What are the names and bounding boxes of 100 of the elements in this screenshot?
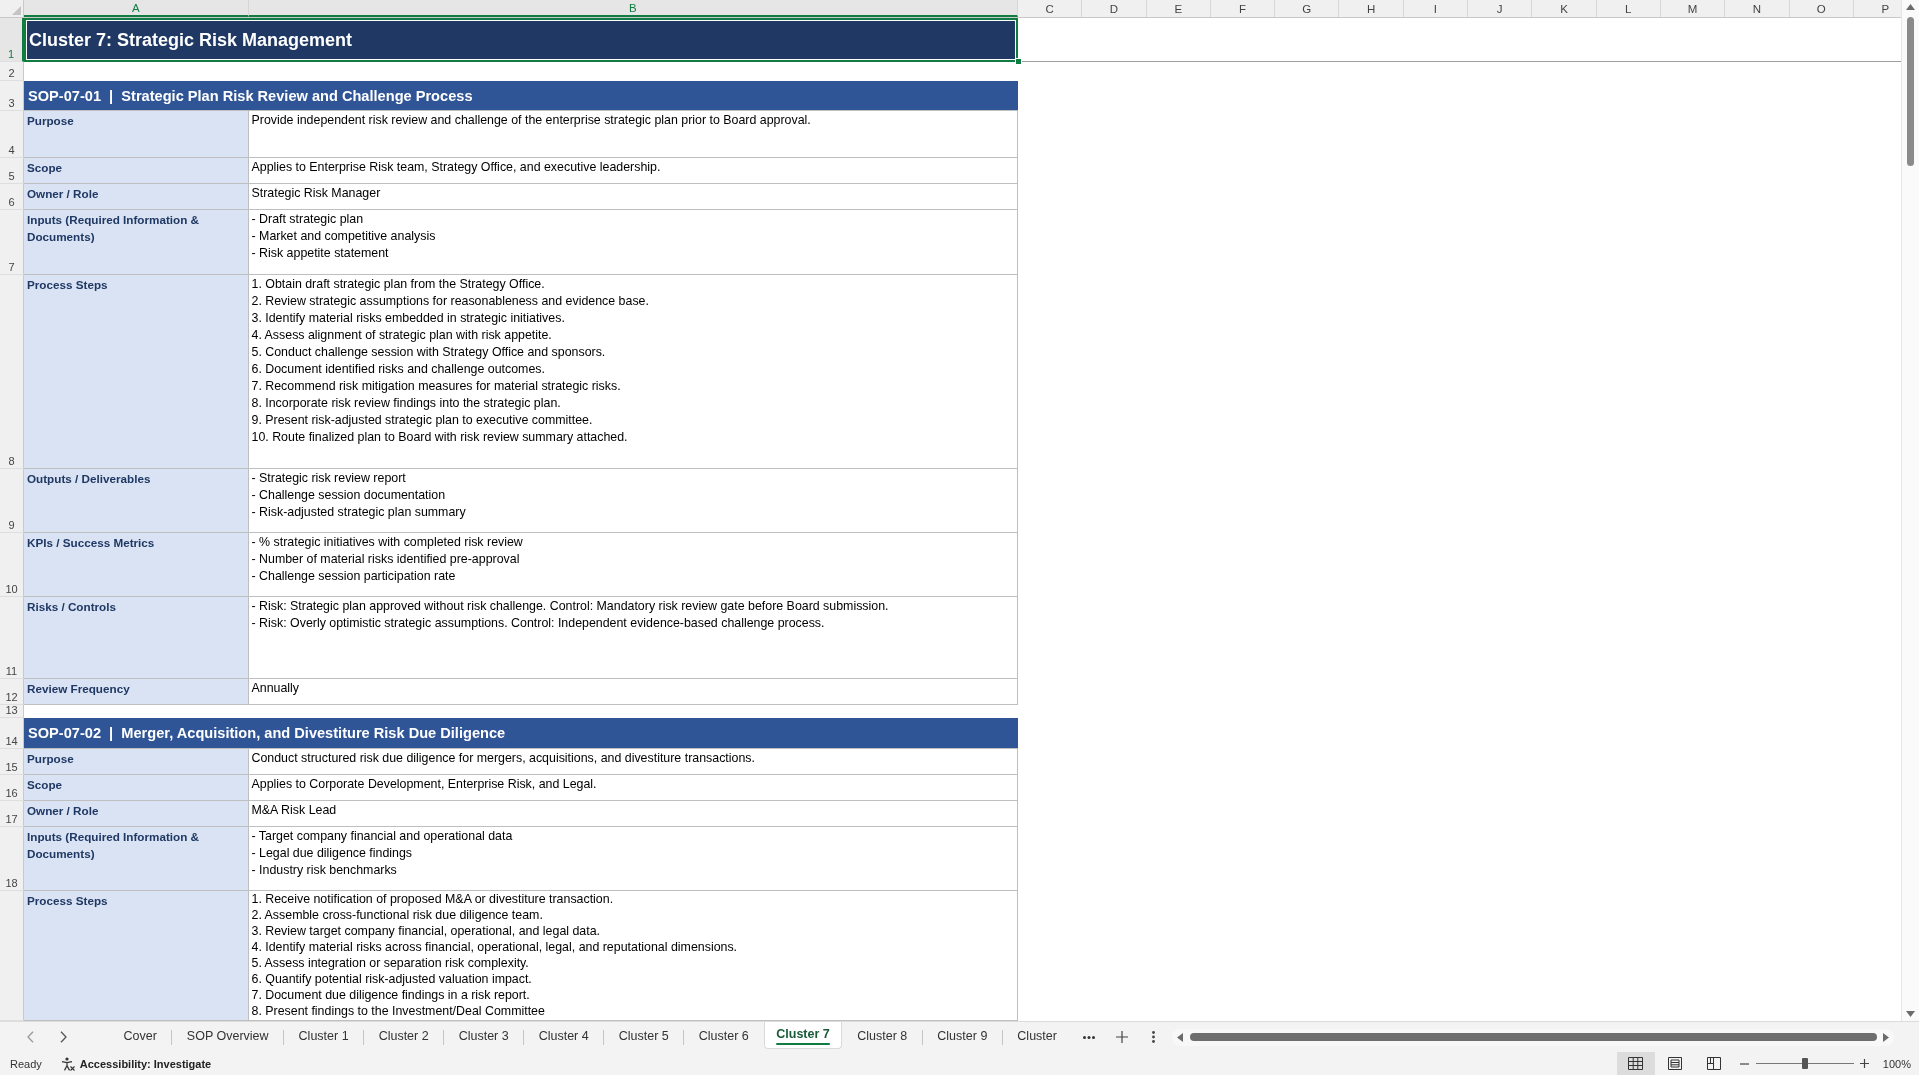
label-cell: Scope — [24, 158, 249, 184]
row-header[interactable]: 9 — [0, 469, 24, 533]
horizontal-scrollbar[interactable] — [1172, 1028, 1894, 1046]
value-cell: 1. Obtain draft strategic plan from the Strategy Office. 2. Review strategic assumptions for reasonableness and evidence base. 3. Identify material risks embedded in strategic initiatives. 4. Assess alignment of strategic plan with risk appetite. 5. Conduct challenge session with Strategy Office and sponsors. 6. Document identified risks and challenge outcomes. 7. Recommend risk mitigation measures for material strategic risks. 8. Incorporate risk review findings into the strategic plan. 9. Present risk-adjusted strategic plan to executive committee. 10. Route finalized plan to Board with risk review summary attached. — [248, 275, 1018, 469]
value-cell: Strategic Risk Manager — [248, 184, 1018, 210]
value-cell: M&A Risk Lead — [248, 801, 1018, 827]
value-cell: Applies to Enterprise Risk team, Strategy Office, and executive leadership. — [248, 158, 1018, 184]
add-icon[interactable] — [1116, 1031, 1128, 1043]
row-header[interactable]: 18 — [0, 827, 24, 891]
row-header[interactable]: 11 — [0, 597, 24, 679]
row-header[interactable]: 7 — [0, 210, 24, 275]
column-header[interactable]: P — [1853, 0, 1901, 17]
label-cell: Owner / Role — [24, 184, 249, 210]
sheet-tab[interactable]: Cluster 8 — [842, 1022, 922, 1050]
zoom-out-icon[interactable] — [1739, 1062, 1749, 1065]
sheet-tab[interactable]: Cluster — [1002, 1022, 1072, 1050]
chevron-right-icon[interactable] — [60, 1031, 67, 1043]
section-header: SOP-07-02 | Merger, Acquisition, and Divestiture Risk Due Diligence — [24, 718, 1018, 749]
row-header[interactable]: 14 — [0, 718, 24, 749]
column-header[interactable]: K — [1532, 0, 1597, 17]
label-cell: Inputs (Required Information & Documents) — [24, 827, 249, 891]
vertical-scrollbar[interactable] — [1901, 0, 1919, 1021]
grid-icon — [1628, 1057, 1644, 1070]
accessibility-status[interactable]: Accessibility: Investigate — [79, 1057, 212, 1070]
column-header[interactable]: B — [248, 0, 1018, 17]
value-cell: - Risk: Strategic plan approved without risk challenge. Control: Mandatory risk review gate before Board submission. - Risk: Overly optimistic strategic assumptions. Control: Independent evidence-based challenge process. — [248, 597, 1018, 679]
row-header[interactable]: 8 — [0, 275, 24, 469]
column-header[interactable]: F — [1210, 0, 1276, 17]
label-cell: Inputs (Required Information & Documents) — [24, 210, 249, 275]
normal-view-button[interactable] — [1616, 1052, 1655, 1075]
label-cell: Outputs / Deliverables — [24, 469, 249, 533]
sheet-tab[interactable]: Cluster 9 — [922, 1022, 1002, 1050]
page-icon — [1667, 1057, 1682, 1070]
sheet-tab[interactable]: Cluster 7 — [764, 1022, 842, 1049]
sheet-tab[interactable]: Cover — [109, 1022, 172, 1050]
column-header[interactable]: G — [1275, 0, 1340, 17]
scrollbar-thumb[interactable] — [1907, 17, 1914, 166]
scrollbar-thumb[interactable] — [1190, 1033, 1877, 1041]
row-header[interactable]: 6 — [0, 184, 24, 210]
value-cell: - Target company financial and operational data - Legal due diligence findings - Industry risk benchmarks — [248, 827, 1018, 891]
value-cell: Applies to Corporate Development, Enterprise Risk, and Legal. — [248, 775, 1018, 801]
row-header[interactable]: 13 — [0, 705, 24, 718]
more-icon[interactable] — [1083, 1035, 1095, 1039]
sheet-tab[interactable]: Cluster 5 — [604, 1022, 684, 1050]
status-text: Ready — [10, 1057, 42, 1070]
sheet-title: Cluster 7: Strategic Risk Management — [24, 18, 1018, 62]
label-cell: Purpose — [24, 749, 249, 775]
sheet-tab[interactable]: Cluster 4 — [524, 1022, 604, 1050]
slider-thumb[interactable] — [1801, 1058, 1808, 1069]
scroll-down-icon[interactable] — [1906, 1011, 1915, 1017]
scroll-right-icon[interactable] — [1883, 1032, 1889, 1042]
row-header[interactable]: 17 — [0, 801, 24, 827]
row-header[interactable]: 12 — [0, 679, 24, 705]
zoom-level[interactable]: 100% — [1882, 1057, 1911, 1070]
sheet-tab[interactable]: Cluster 6 — [684, 1022, 764, 1050]
row-header[interactable]: 15 — [0, 749, 24, 775]
value-cell: 1. Receive notification of proposed M&A or divestiture transaction. 2. Assemble cross-functional risk due diligence team. 3. Review target company financial, operational, and legal data. 4. Identify material risks across financial, operational, legal, and reputational dimensions. 5. Assess integration or separation risk complexity. 6. Quantify potential risk-adjusted valuation impact. 7. Document due diligence findings in a risk report. 8. Present findings to the Investment/Deal Committee — [248, 891, 1018, 1021]
label-cell: Review Frequency — [24, 679, 249, 705]
label-cell: KPIs / Success Metrics — [24, 533, 249, 597]
fill-handle[interactable] — [1015, 58, 1022, 65]
chevron-left-icon[interactable] — [27, 1031, 34, 1043]
column-header[interactable]: A — [24, 0, 249, 17]
column-header[interactable]: N — [1725, 0, 1790, 17]
page-break-icon — [1706, 1057, 1721, 1070]
row-header[interactable]: 1 — [0, 18, 24, 62]
row-header[interactable]: 5 — [0, 158, 24, 184]
label-cell: Process Steps — [24, 891, 249, 1021]
value-cell: Annually — [248, 679, 1018, 705]
value-cell: - % strategic initiatives with completed risk review - Number of material risks identified pre-approval - Challenge session participation rate — [248, 533, 1018, 597]
column-header[interactable]: O — [1789, 0, 1854, 17]
row-header[interactable]: 3 — [0, 81, 24, 111]
label-cell: Process Steps — [24, 275, 249, 469]
scroll-up-icon[interactable] — [1906, 4, 1915, 10]
column-header[interactable]: J — [1468, 0, 1533, 17]
column-header[interactable]: M — [1660, 0, 1726, 17]
column-header[interactable]: C — [1018, 0, 1083, 17]
sheet-tab[interactable]: Cluster 3 — [444, 1022, 524, 1050]
accessibility-icon[interactable] — [60, 1056, 75, 1071]
label-cell: Owner / Role — [24, 801, 249, 827]
section-header: SOP-07-01 | Strategic Plan Risk Review and Challenge Process — [24, 81, 1018, 111]
scroll-left-icon[interactable] — [1177, 1032, 1183, 1042]
sheet-tab[interactable]: Cluster 1 — [284, 1022, 364, 1050]
label-cell: Scope — [24, 775, 249, 801]
row-header[interactable]: 4 — [0, 111, 24, 158]
row-header[interactable]: 2 — [0, 62, 24, 81]
more-vertical-icon[interactable] — [1152, 1031, 1155, 1043]
value-cell: Provide independent risk review and challenge of the enterprise strategic plan prior to Board approval. — [248, 111, 1018, 158]
row-header[interactable]: 16 — [0, 775, 24, 801]
column-header[interactable]: I — [1403, 0, 1469, 17]
column-header[interactable]: L — [1596, 0, 1661, 17]
row-header[interactable]: 10 — [0, 533, 24, 597]
value-cell: Conduct structured risk due diligence for mergers, acquisitions, and divestiture transactions. — [248, 749, 1018, 775]
column-header[interactable]: E — [1146, 0, 1211, 17]
sheet-tab[interactable]: Cluster 2 — [364, 1022, 444, 1050]
column-header[interactable]: D — [1082, 0, 1147, 17]
zoom-in-icon[interactable] — [1859, 1059, 1869, 1068]
value-cell: - Strategic risk review report - Challenge session documentation - Risk-adjusted strategic plan summary — [248, 469, 1018, 533]
value-cell: - Draft strategic plan - Market and competitive analysis - Risk appetite statement — [248, 210, 1018, 275]
column-header[interactable]: H — [1339, 0, 1404, 17]
sheet-tab[interactable]: SOP Overview — [172, 1022, 284, 1050]
